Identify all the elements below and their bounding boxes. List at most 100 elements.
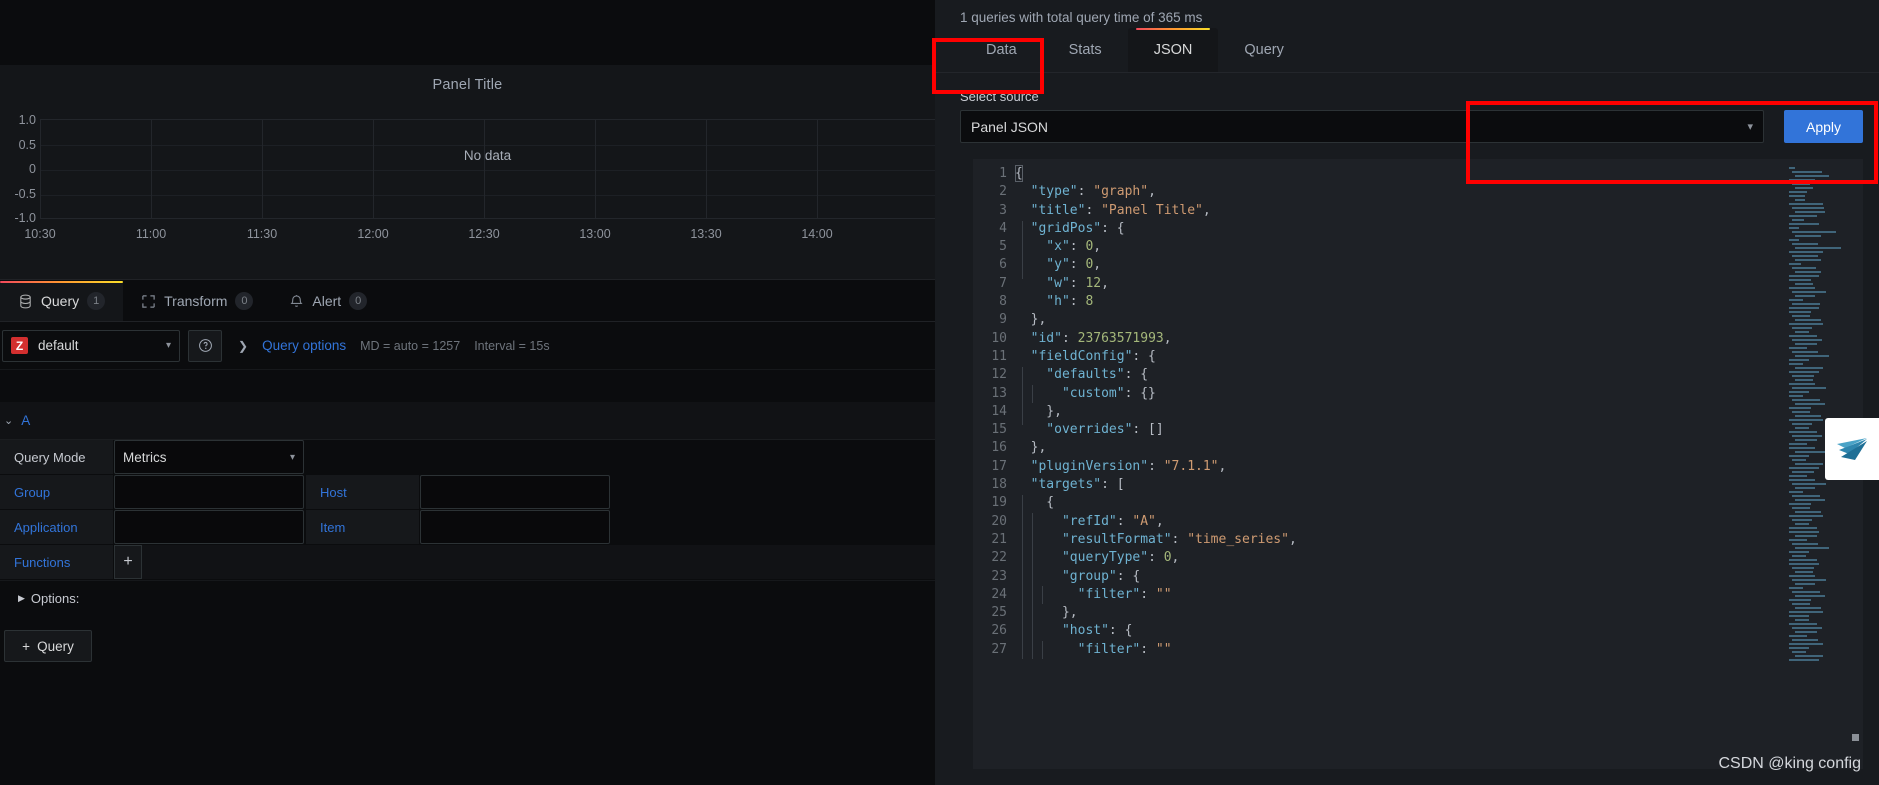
minimap-line	[1789, 635, 1807, 637]
code-line[interactable]: "pluginVersion": "7.1.1",	[1015, 458, 1863, 476]
code-line[interactable]: "type": "graph",	[1015, 183, 1863, 201]
minimap-line	[1792, 507, 1810, 509]
code-line[interactable]: "y": 0,	[1015, 256, 1863, 274]
editor-cursor	[1015, 165, 1023, 182]
query-mode-select[interactable]: Metrics ▾	[114, 440, 304, 474]
code-line[interactable]: {	[1015, 165, 1863, 183]
database-icon	[18, 294, 33, 309]
code-line[interactable]: },	[1015, 311, 1863, 329]
tab-alert-label: Alert	[312, 293, 342, 309]
code-line[interactable]: "x": 0,	[1015, 238, 1863, 256]
scroll-indicator[interactable]	[1852, 734, 1859, 741]
y-tick: 0.5	[18, 137, 36, 152]
code-line[interactable]: "targets": [	[1015, 476, 1863, 494]
minimap-line	[1789, 659, 1819, 661]
minimap-line	[1789, 563, 1819, 565]
datasource-name: default	[38, 338, 79, 353]
code-line[interactable]: "defaults": {	[1015, 366, 1863, 384]
inspect-tab-json[interactable]: JSON	[1127, 28, 1219, 72]
code-line[interactable]: {	[1015, 494, 1863, 512]
code-line[interactable]: "custom": {}	[1015, 385, 1863, 403]
minimap-line	[1795, 415, 1821, 417]
grafana-panel-editor: Panel Title 1.0 0.5 0 -0.5 -1.0 No data …	[0, 0, 1879, 785]
minimap-line	[1789, 251, 1823, 253]
host-input[interactable]	[420, 475, 610, 509]
tab-alert[interactable]: Alert 0	[271, 281, 385, 321]
item-input[interactable]	[420, 510, 610, 544]
minimap-line	[1789, 419, 1823, 421]
query-mode-row: Query Mode Metrics ▾	[0, 440, 935, 474]
code-content[interactable]: { "type": "graph", "title": "Panel Title…	[1015, 159, 1863, 659]
add-query-button[interactable]: + Query	[4, 630, 92, 662]
line-number: 18	[991, 477, 1007, 493]
minimap-line	[1789, 227, 1799, 229]
code-line[interactable]: "resultFormat": "time_series",	[1015, 531, 1863, 549]
query-options[interactable]: ❯ Query options MD = auto = 1257 Interva…	[238, 338, 550, 353]
code-line[interactable]: "h": 8	[1015, 293, 1863, 311]
chevron-down-icon[interactable]: ⌄	[4, 414, 13, 427]
y-axis: 1.0 0.5 0 -0.5 -1.0	[0, 113, 36, 225]
select-source-dropdown[interactable]: Panel JSON ▾	[960, 110, 1764, 143]
add-function-button[interactable]: +	[114, 545, 142, 579]
code-line[interactable]: "id": 23763571993,	[1015, 330, 1863, 348]
query-options-toggle[interactable]: ▶ Options:	[0, 580, 935, 616]
tab-query-label: Query	[41, 293, 80, 309]
floating-widget-logo[interactable]	[1825, 418, 1879, 480]
minimap-line	[1789, 215, 1817, 217]
line-number: 26	[991, 623, 1007, 639]
inspect-tab-query[interactable]: Query	[1218, 28, 1310, 72]
plus-icon: +	[22, 638, 31, 654]
datasource-help-button[interactable]	[188, 329, 222, 362]
query-options-label[interactable]: Query options	[262, 338, 346, 353]
code-line[interactable]: "gridPos": {	[1015, 220, 1863, 238]
panel-edit-pane: Panel Title 1.0 0.5 0 -0.5 -1.0 No data …	[0, 0, 935, 785]
inspect-tab-stats[interactable]: Stats	[1043, 28, 1128, 72]
code-line[interactable]: "title": "Panel Title",	[1015, 202, 1863, 220]
tab-transform[interactable]: Transform 0	[123, 281, 271, 321]
minimap-line	[1792, 171, 1822, 173]
code-line[interactable]: "fieldConfig": {	[1015, 348, 1863, 366]
minimap-line	[1789, 195, 1805, 197]
application-input[interactable]	[114, 510, 304, 544]
apply-button[interactable]: Apply	[1784, 110, 1864, 143]
minimap-line	[1789, 359, 1809, 361]
inspect-tab-data[interactable]: Data	[960, 28, 1043, 72]
code-line[interactable]: "refId": "A",	[1015, 513, 1863, 531]
x-tick: 11:00	[135, 227, 167, 241]
code-line[interactable]: "host": {	[1015, 622, 1863, 640]
minimap-line	[1795, 511, 1821, 513]
minimap-line	[1795, 355, 1829, 357]
line-number: 12	[991, 367, 1007, 383]
select-source-label: Select source	[960, 89, 1039, 104]
datasource-picker[interactable]: Z default ▾	[2, 329, 180, 362]
question-circle-icon	[198, 339, 212, 352]
code-line[interactable]: "w": 12,	[1015, 275, 1863, 293]
x-tick: 13:00	[579, 227, 611, 241]
query-row-header[interactable]: ⌄ A	[0, 402, 935, 440]
minimap-line	[1795, 259, 1821, 261]
group-input[interactable]	[114, 475, 304, 509]
minimap-line	[1789, 335, 1817, 337]
line-number: 5	[999, 239, 1007, 255]
code-line[interactable]: },	[1015, 604, 1863, 622]
line-number: 16	[991, 440, 1007, 456]
minimap-line	[1789, 531, 1819, 533]
editor-tab-bar: Query 1 Transform 0 Alert 0	[0, 280, 935, 322]
tab-query[interactable]: Query 1	[0, 281, 124, 321]
inspect-tab-bar: Data Stats JSON Query	[935, 25, 1879, 73]
minimap-line	[1795, 427, 1809, 429]
code-line[interactable]: "filter": ""	[1015, 586, 1863, 604]
minimap-line	[1795, 331, 1809, 333]
code-line[interactable]: "overrides": []	[1015, 421, 1863, 439]
code-line[interactable]: "queryType": 0,	[1015, 549, 1863, 567]
code-line[interactable]: },	[1015, 403, 1863, 421]
minimap-line	[1792, 219, 1804, 221]
code-line[interactable]: "filter": ""	[1015, 641, 1863, 659]
minimap-line	[1795, 451, 1829, 453]
code-line[interactable]: "group": {	[1015, 568, 1863, 586]
json-code-editor[interactable]: 1 2 3 4 5 6 7 8 9 10 11 12 13 14 15 16 17 18 19 20 21 22 23 24 2…	[973, 159, 1863, 769]
code-line[interactable]: },	[1015, 439, 1863, 457]
minimap-line	[1792, 639, 1818, 641]
minimap-line	[1789, 311, 1811, 313]
minimap-line	[1795, 175, 1829, 177]
